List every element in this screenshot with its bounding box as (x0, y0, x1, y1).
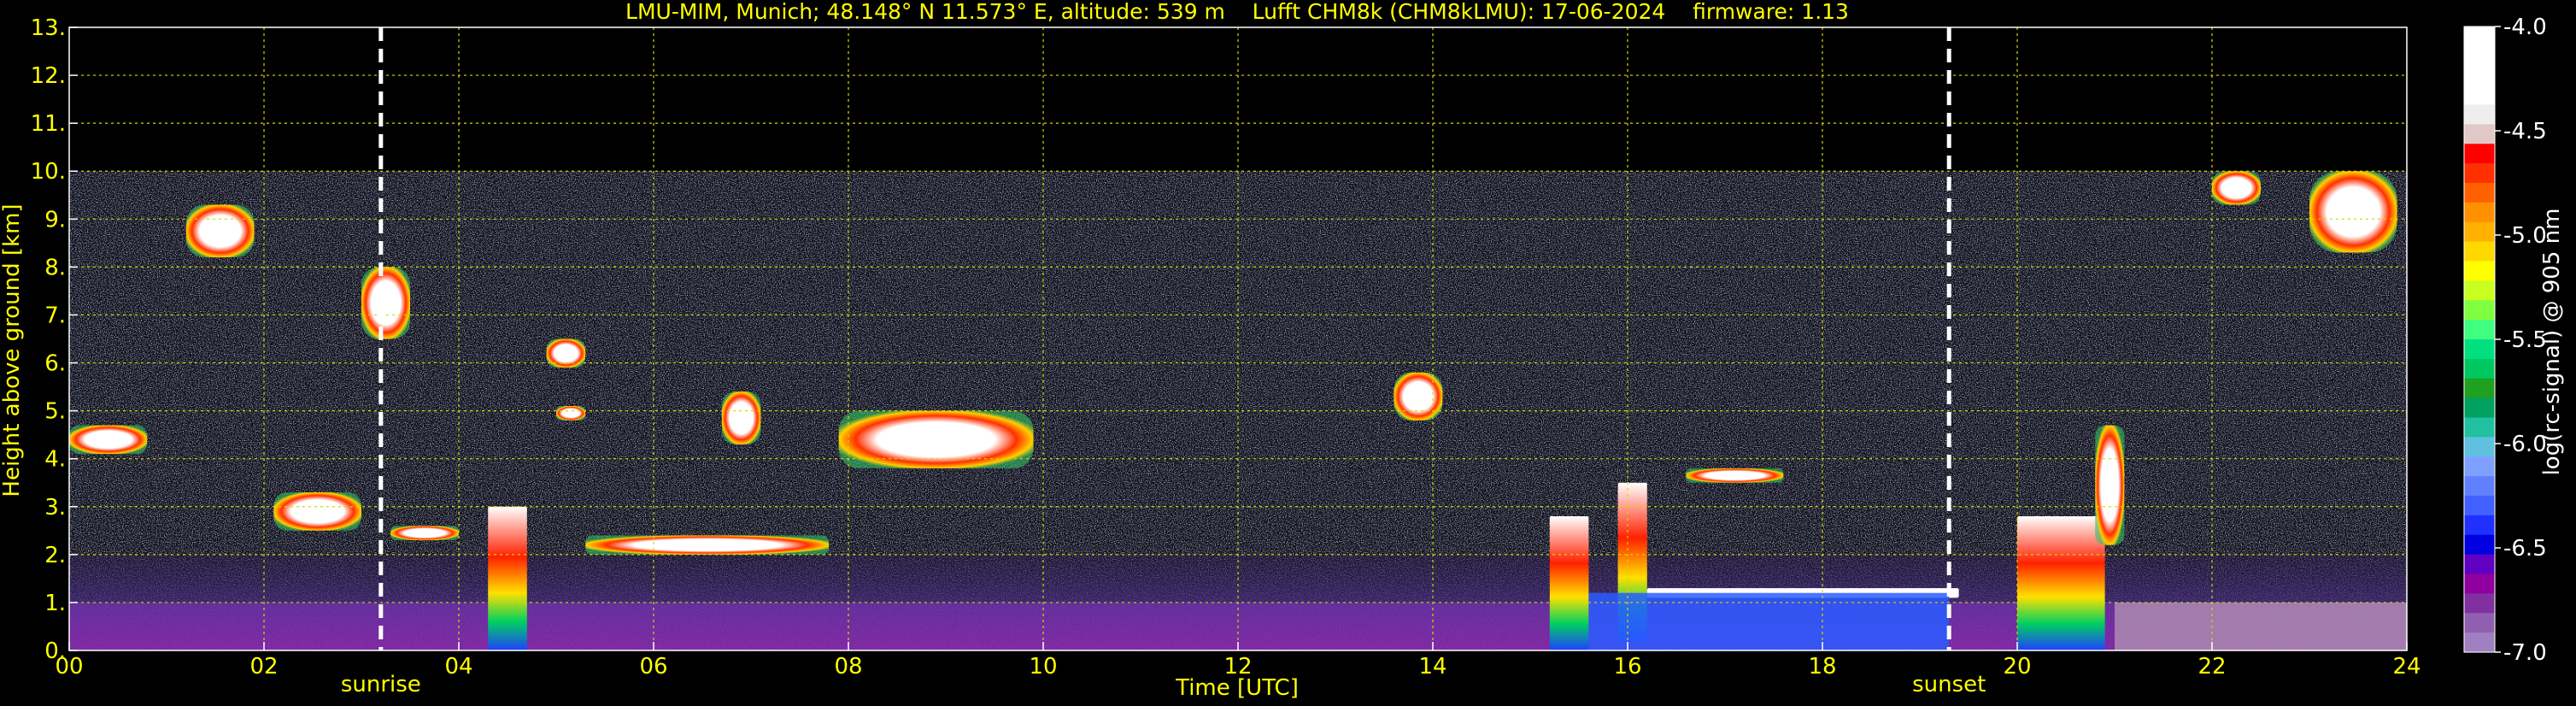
x-tick-label-3: 06 (639, 654, 667, 680)
colorbar-swatch-23 (2464, 476, 2495, 497)
y-tick-label-0: 0. (44, 638, 66, 664)
marker-label-sunset: sunset (1912, 672, 1986, 697)
feature-cloud-9 (556, 406, 586, 421)
feature-cloud-16 (1686, 468, 1784, 483)
colorbar-swatch-15 (2464, 320, 2495, 340)
colorbar-swatch-31 (2464, 632, 2495, 653)
chart-title: LMU-MIM, Munich; 48.148° N 11.573° E, al… (625, 0, 1849, 24)
colorbar-tick-label-5: -6.5 (2503, 536, 2547, 562)
x-tick-label-8: 16 (1613, 654, 1641, 680)
colorbar-swatch-1 (2464, 45, 2495, 67)
x-tick-label-7: 14 (1418, 654, 1446, 680)
y-tick-label-11: 11. (31, 111, 66, 137)
colorbar-swatch-4 (2464, 104, 2495, 125)
feature-cloud-12 (585, 535, 830, 555)
y-tick-label-6: 6. (44, 351, 66, 377)
colorbar-swatch-20 (2464, 417, 2495, 438)
x-tick-label-5: 10 (1029, 654, 1057, 680)
feature-cloud-4 (361, 267, 410, 339)
colorbar-swatch-5 (2464, 124, 2495, 144)
feature-cloud-11 (838, 410, 1034, 468)
y-tick-label-12: 12. (31, 63, 66, 89)
x-tick-label-10: 20 (2003, 654, 2031, 680)
feature-cloud-6 (390, 526, 459, 541)
colorbar-label: log(rc-signal) @ 905 nm (2539, 209, 2565, 476)
x-tick-label-1: 02 (249, 654, 278, 680)
colorbar-swatch-16 (2464, 339, 2495, 360)
colorbar-swatch-10 (2464, 221, 2495, 243)
colorbar-swatch-27 (2464, 554, 2495, 575)
colorbar-swatch-19 (2464, 397, 2495, 419)
colorbar-swatch-13 (2464, 280, 2495, 301)
feature-cloud-13 (1394, 372, 1443, 421)
colorbar-swatch-29 (2464, 593, 2495, 614)
feature-convective-plume-18 (2017, 515, 2105, 650)
colorbar-swatch-6 (2464, 144, 2495, 164)
x-tick-label-2: 04 (444, 654, 472, 680)
x-axis-label: Time [UTC] (1175, 675, 1299, 701)
feature-cirrus-20 (2309, 171, 2397, 253)
feature-cloud-5 (273, 491, 361, 531)
x-tick-label-4: 08 (834, 654, 862, 680)
feature-cloud-3 (185, 204, 255, 258)
colorbar-swatch-11 (2464, 241, 2495, 262)
feature-convective-plume-14 (1549, 515, 1589, 650)
ceilometer-chart: sunrise sunset 00 02 04 06 08 10 12 14 16 18 20 22 24… (0, 0, 2565, 701)
y-tick-label-1: 1. (44, 591, 66, 616)
colorbar-swatch-9 (2464, 202, 2495, 223)
colorbar-swatch-12 (2464, 261, 2495, 281)
colorbar-swatch-14 (2464, 300, 2495, 321)
colorbar-swatch-17 (2464, 358, 2495, 379)
y-tick-label-2: 2. (44, 543, 66, 568)
colorbar-swatch-7 (2464, 163, 2495, 184)
y-tick-label-10: 10. (31, 159, 66, 185)
colorbar-swatch-24 (2464, 496, 2495, 516)
feature-cirrus-21 (2212, 171, 2261, 205)
y-tick-label-4: 4. (44, 447, 66, 473)
feature-convective-plume-7 (488, 506, 527, 650)
colorbar-swatch-26 (2464, 534, 2495, 556)
colorbar-tick-label-6: -7.0 (2503, 640, 2547, 666)
marker-label-sunrise: sunrise (341, 672, 421, 697)
x-tick-label-9: 18 (1808, 654, 1836, 680)
feature-cloud-2 (69, 425, 148, 455)
y-tick-label-5: 5. (44, 399, 66, 425)
y-tick-label-3: 3. (44, 495, 66, 521)
y-tick-label-13: 13. (31, 15, 66, 41)
y-tick-label-9: 9. (44, 207, 66, 232)
x-tick-label-11: 22 (2198, 654, 2226, 680)
feature-evening-surface-layer (2115, 602, 2407, 650)
colorbar-tick-label-1: -4.5 (2503, 119, 2547, 144)
feature-cloud-19 (2095, 425, 2125, 545)
feature-cloud-10 (721, 391, 761, 444)
colorbar-swatch-8 (2464, 183, 2495, 203)
colorbar-swatch-18 (2464, 378, 2495, 399)
colorbar-swatch-0 (2464, 26, 2495, 47)
colorbar: -4.0-4.5-5.0-5.5-6.0-6.5-7.0 (2463, 15, 2547, 666)
y-tick-label-7: 7. (44, 303, 66, 328)
feature-afternoon-boundary-layer (1588, 592, 1950, 650)
colorbar-tick-label-0: -4.0 (2503, 15, 2547, 40)
colorbar-swatch-21 (2464, 437, 2495, 457)
colorbar-swatch-3 (2464, 85, 2495, 106)
colorbar-swatch-28 (2464, 574, 2495, 594)
y-tick-label-8: 8. (44, 255, 66, 280)
colorbar-swatch-25 (2464, 515, 2495, 536)
x-tick-label-12: 24 (2392, 654, 2421, 680)
colorbar-swatch-22 (2464, 456, 2495, 477)
colorbar-swatch-30 (2464, 613, 2495, 633)
colorbar-swatch-2 (2464, 65, 2495, 86)
y-axis-label: Height above ground [km] (0, 203, 25, 497)
